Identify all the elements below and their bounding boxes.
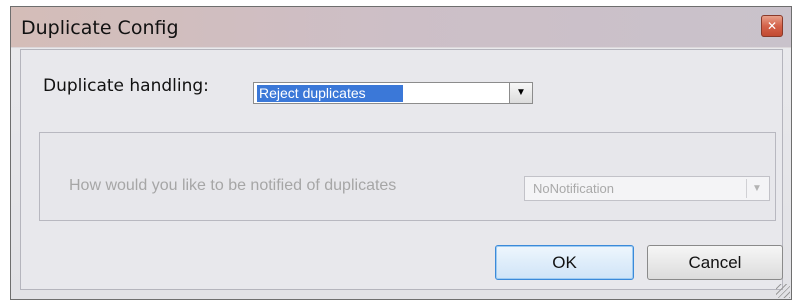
ok-button[interactable]: OK <box>495 245 634 280</box>
title-bar[interactable]: Duplicate Config ✕ <box>11 7 791 47</box>
duplicate-handling-value: Reject duplicates <box>257 85 403 102</box>
chevron-down-icon: ▼ <box>746 179 767 198</box>
duplicate-handling-label: Duplicate handling: <box>43 76 209 96</box>
dialog-content: Duplicate handling: Reject duplicates ▼ … <box>20 49 783 290</box>
notification-label: How would you like to be notified of dup… <box>69 177 397 194</box>
notification-select[interactable]: NoNotification ▼ <box>524 176 770 201</box>
dialog-window: Duplicate Config ✕ Duplicate handling: R… <box>10 6 792 300</box>
notification-value: NoNotification <box>533 181 614 196</box>
resize-grip-icon[interactable] <box>776 284 790 298</box>
cancel-button[interactable]: Cancel <box>647 245 783 280</box>
chevron-down-icon[interactable]: ▼ <box>509 83 532 103</box>
duplicate-handling-select[interactable]: Reject duplicates ▼ <box>253 82 533 104</box>
close-button[interactable]: ✕ <box>761 15 783 37</box>
close-icon: ✕ <box>766 19 778 33</box>
dialog-title: Duplicate Config <box>21 17 179 39</box>
notification-group: How would you like to be notified of dup… <box>39 132 776 221</box>
